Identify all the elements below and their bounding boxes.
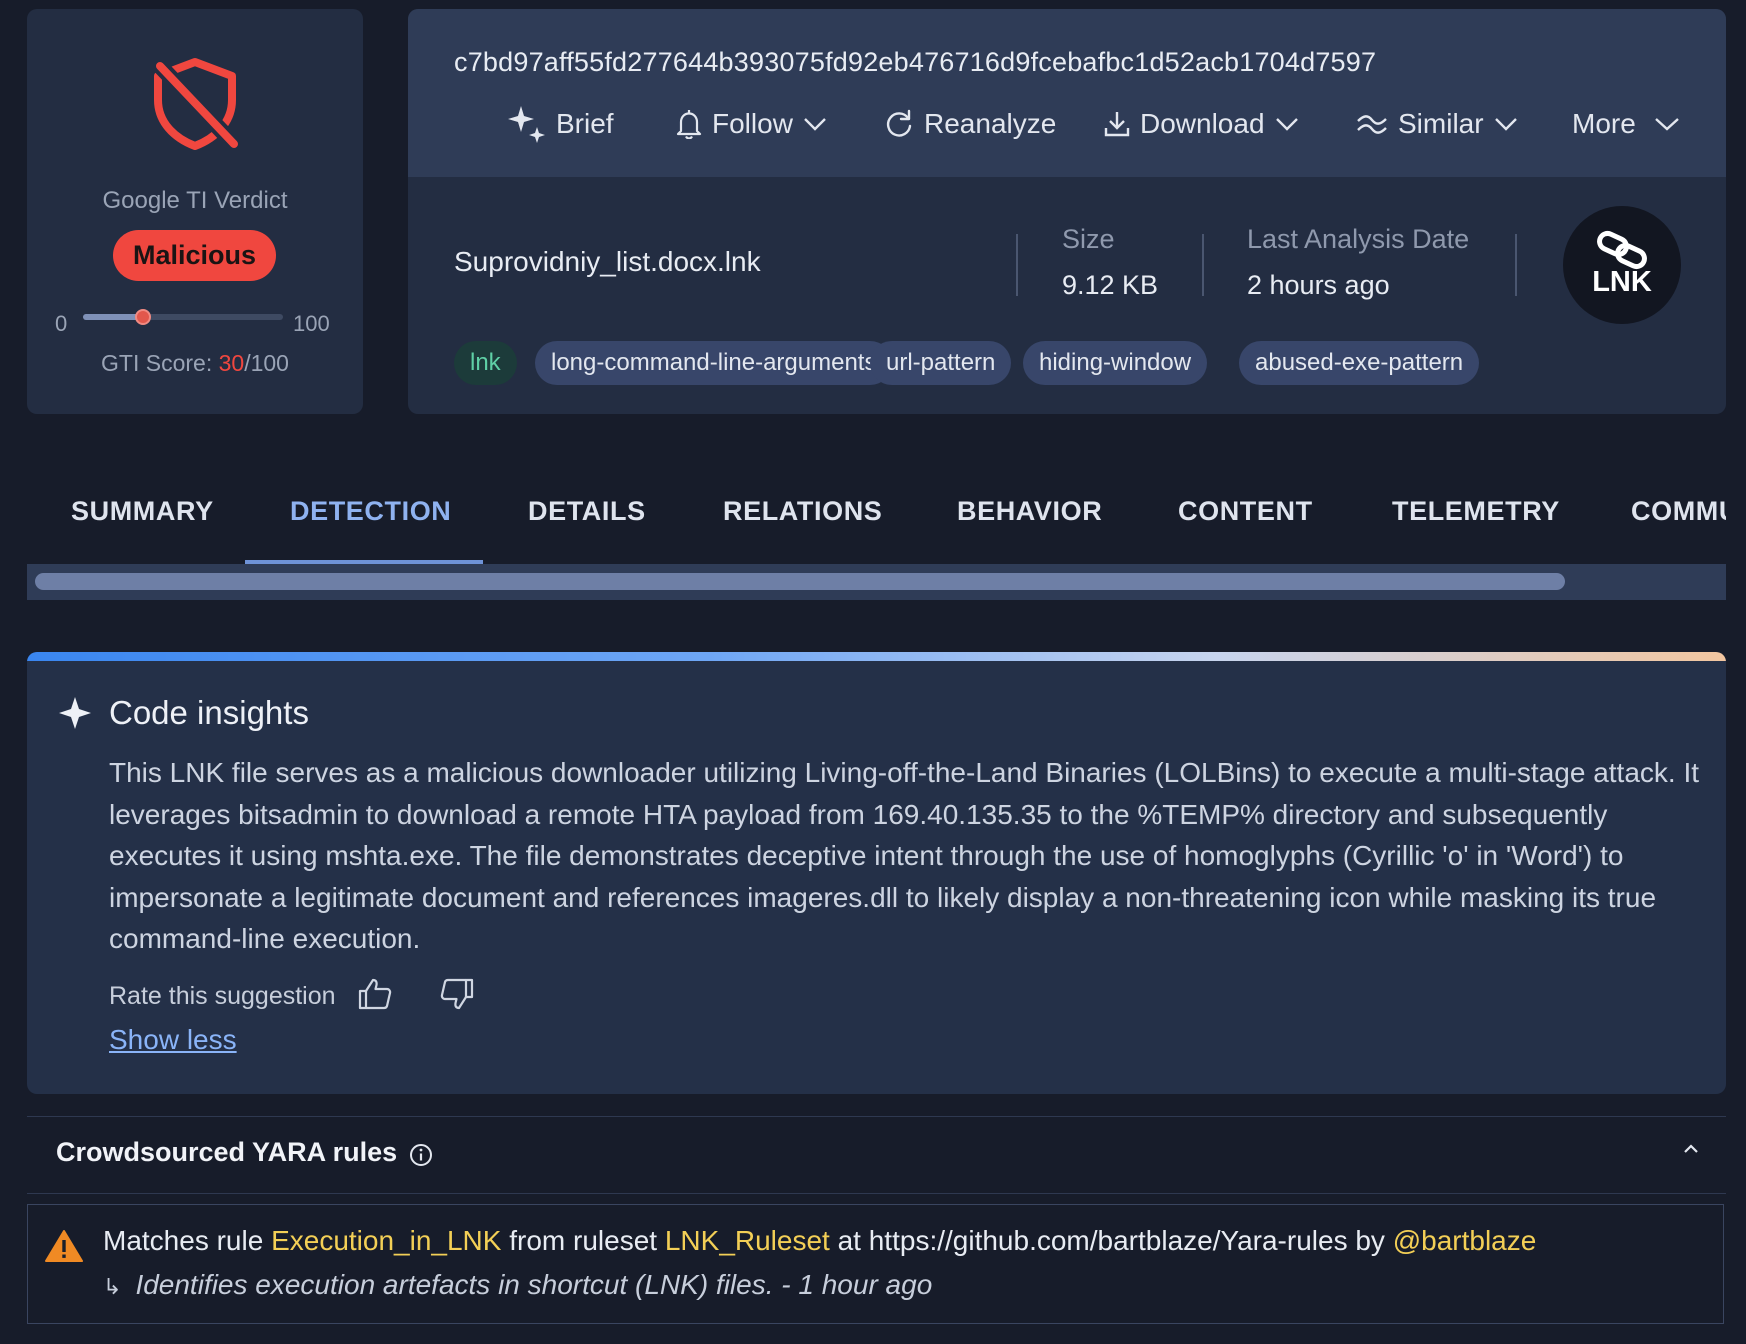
score-slider-thumb <box>135 309 151 325</box>
similar-button[interactable]: Similar <box>1356 99 1518 149</box>
file-type-label: LNK <box>1592 266 1652 298</box>
tab-summary[interactable]: SUMMARY <box>71 496 214 527</box>
file-header-top: c7bd97aff55fd277644b393075fd92eb476716d9… <box>408 9 1726 177</box>
size-label: Size <box>1062 224 1115 254</box>
chevron-down-icon <box>1654 117 1680 131</box>
file-header-card: c7bd97aff55fd277644b393075fd92eb476716d9… <box>408 9 1726 414</box>
brief-button[interactable]: Brief <box>508 99 614 149</box>
code-insights-title: Code insights <box>109 694 309 731</box>
more-button[interactable]: More <box>1572 99 1680 149</box>
follow-button[interactable]: Follow <box>676 99 827 149</box>
tab-community[interactable]: COMMU <box>1631 496 1726 527</box>
rule-link[interactable]: Execution_in_LNK <box>271 1225 501 1256</box>
file-hash: c7bd97aff55fd277644b393075fd92eb476716d9… <box>454 47 1377 77</box>
verdict-title: Google TI Verdict <box>102 187 288 214</box>
score-slider-fill <box>83 314 143 320</box>
at-text: at https://github.com/bartblaze/Yara-rul… <box>829 1225 1393 1256</box>
tab-behavior[interactable]: BEHAVIOR <box>957 496 1102 527</box>
chevron-down-icon <box>803 117 827 131</box>
code-insights-text: This LNK file serves as a malicious down… <box>109 757 1700 954</box>
return-arrow-icon: ↳ <box>103 1274 122 1299</box>
thumbs-down-icon[interactable] <box>439 977 475 1011</box>
sparkle-icon <box>508 104 546 144</box>
tag-lnk[interactable]: lnk <box>454 341 517 385</box>
info-icon[interactable] <box>409 1143 433 1167</box>
tab-scrollbar[interactable] <box>27 564 1726 600</box>
verdict-badge: Malicious <box>113 230 276 281</box>
yara-title: Crowdsourced YARA rules <box>56 1137 398 1167</box>
divider <box>1515 234 1517 296</box>
tab-relations[interactable]: RELATIONS <box>723 496 882 527</box>
yara-match-item: Matches rule Execution_in_LNK from rules… <box>27 1204 1724 1324</box>
yara-rule-description: ↳ Identifies execution artefacts in short… <box>103 1269 932 1301</box>
similar-label: Similar <box>1398 108 1484 139</box>
tab-details[interactable]: DETAILS <box>528 496 646 527</box>
gradient-accent-bar <box>27 652 1726 661</box>
reanalyze-label: Reanalyze <box>924 108 1057 139</box>
ruleset-link[interactable]: LNK_Ruleset <box>665 1225 830 1256</box>
sparkle-icon <box>58 696 92 730</box>
tag-long-command-line-arguments[interactable]: long-command-line-arguments <box>535 341 893 385</box>
gti-score-value: 30 <box>218 350 245 376</box>
chain-link-icon <box>1597 230 1647 270</box>
tag-hiding-window[interactable]: hiding-window <box>1023 341 1208 385</box>
download-button[interactable]: Download <box>1104 99 1299 149</box>
approx-icon <box>1356 112 1388 136</box>
shield-off-icon <box>150 56 240 152</box>
chevron-down-icon <box>1494 117 1518 131</box>
size-value: 9.12 KB <box>1062 270 1159 300</box>
bell-icon <box>676 109 702 139</box>
score-min-label: 0 <box>55 311 68 336</box>
download-label: Download <box>1140 108 1265 139</box>
divider <box>1016 234 1018 296</box>
tag-abused-exe-pattern[interactable]: abused-exe-pattern <box>1239 341 1480 385</box>
file-name: Suprovidniy_list.docx.lnk <box>454 246 761 277</box>
from-text: from ruleset <box>501 1225 665 1256</box>
more-label: More <box>1572 108 1636 139</box>
score-slider <box>83 309 283 325</box>
refresh-icon <box>884 109 914 139</box>
gti-score-label: GTI Score: <box>101 350 219 376</box>
tag-url-pattern[interactable]: url-pattern <box>870 341 1012 385</box>
reanalyze-button[interactable]: Reanalyze <box>884 99 1056 149</box>
brief-label: Brief <box>556 108 614 139</box>
gti-score: GTI Score: 30/100 <box>27 350 363 377</box>
score-max-label: 100 <box>293 311 330 336</box>
yara-section-header[interactable]: Crowdsourced YARA rules <box>27 1116 1726 1194</box>
tab-detection[interactable]: DETECTION <box>290 496 451 527</box>
warning-icon <box>45 1229 83 1263</box>
tab-bar: SUMMARY DETECTION DETAILS RELATIONS BEHA… <box>27 466 1726 564</box>
verdict-card: Google TI Verdict Malicious 0 100 GTI Sc… <box>27 9 363 414</box>
rate-suggestion-label: Rate this suggestion <box>109 982 336 1010</box>
rule-description-text: Identifies execution artefacts in shortc… <box>135 1269 933 1300</box>
tab-telemetry[interactable]: TELEMETRY <box>1392 496 1560 527</box>
gti-score-max: /100 <box>244 350 289 376</box>
show-less-link[interactable]: Show less <box>109 1024 237 1056</box>
download-icon <box>1104 110 1130 138</box>
tab-content[interactable]: CONTENT <box>1178 496 1313 527</box>
author-link[interactable]: @bartblaze <box>1393 1225 1537 1256</box>
follow-label: Follow <box>712 108 793 139</box>
yara-match-text: Matches rule Execution_in_LNK from rules… <box>103 1225 1536 1257</box>
divider <box>1202 234 1204 296</box>
chevron-up-icon[interactable] <box>1682 1143 1700 1155</box>
thumbs-up-icon[interactable] <box>357 977 393 1011</box>
last-analysis-label: Last Analysis Date <box>1247 224 1470 254</box>
last-analysis-value: 2 hours ago <box>1247 270 1390 300</box>
file-type-badge: LNK <box>1563 206 1681 324</box>
chevron-down-icon <box>1275 117 1299 131</box>
code-insights-card: Code insights This LNK file serves as a … <box>27 652 1726 1094</box>
match-prefix: Matches rule <box>103 1225 272 1256</box>
scrollbar-thumb[interactable] <box>35 573 1565 590</box>
